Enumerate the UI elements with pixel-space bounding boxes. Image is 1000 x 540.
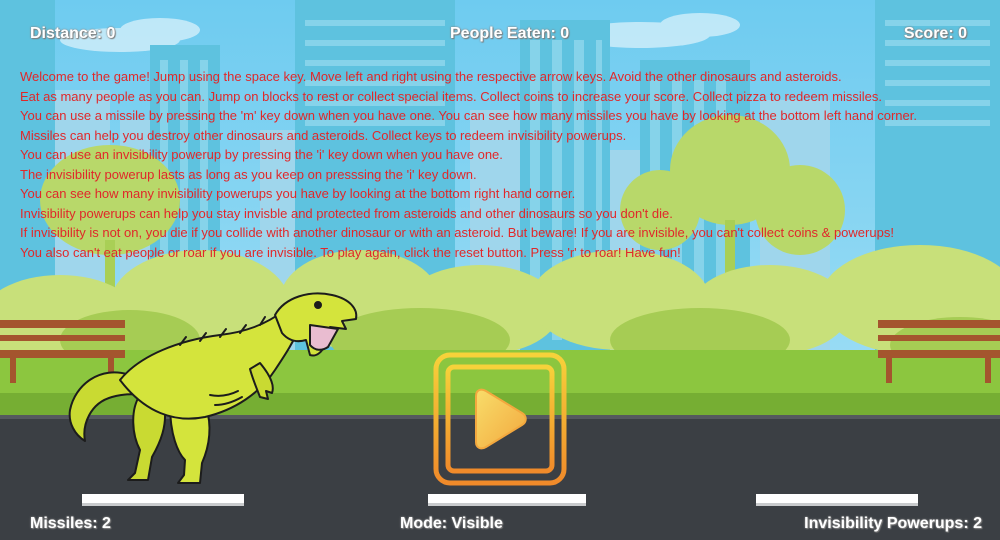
instruction-line: The invisibility powerup lasts as long a… xyxy=(20,166,477,182)
people-eaten-counter: People Eaten: 0 xyxy=(450,25,570,42)
mode-indicator: Mode: Visible xyxy=(400,515,503,532)
invisibility-powerups-counter: Invisibility Powerups: 2 xyxy=(804,515,982,532)
instructions-text: Welcome to the game! Jump using the spac… xyxy=(20,67,990,262)
score-counter: Score: 0 xyxy=(903,25,967,42)
instruction-line: Welcome to the game! Jump using the spac… xyxy=(20,69,842,84)
instruction-line: Eat as many people as you can. Jump on b… xyxy=(20,88,882,104)
instruction-line: Invisibility powerups can help you stay … xyxy=(20,205,673,221)
instruction-line: Missiles can help you destroy other dino… xyxy=(20,127,627,143)
instruction-line: You can use a missile by pressing the 'm… xyxy=(20,108,917,123)
play-button[interactable] xyxy=(433,352,567,486)
instruction-line: You also can't eat people or roar if you… xyxy=(20,244,681,260)
t-rex-player xyxy=(68,292,358,484)
play-icon xyxy=(475,388,527,450)
instruction-line: If invisibility is not on, you die if yo… xyxy=(20,225,894,240)
instruction-line: You can use an invisibility powerup by p… xyxy=(20,147,503,162)
game-scene: Distance: 0 People Eaten: 0 Score: 0 Wel… xyxy=(0,0,1000,540)
instruction-line: You can see how many invisibility poweru… xyxy=(20,186,576,201)
distance-counter: Distance: 0 xyxy=(30,25,116,42)
missiles-counter: Missiles: 2 xyxy=(30,515,111,532)
